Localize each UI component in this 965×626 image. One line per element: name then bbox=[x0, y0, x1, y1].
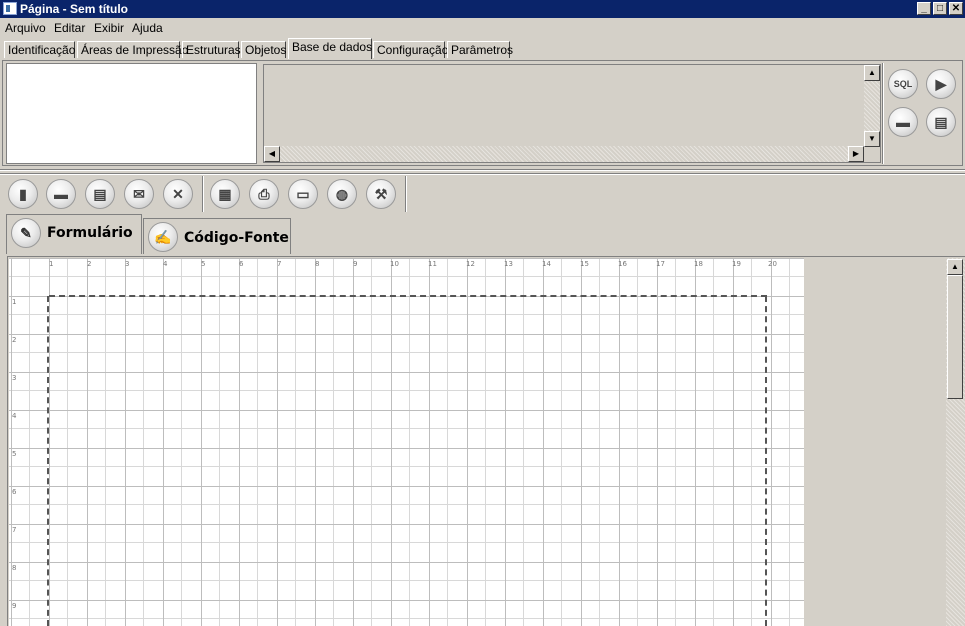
email-icon[interactable]: ✉ bbox=[124, 179, 154, 209]
editor-tabs: ✎ Formulário ✍ Código-Fonte bbox=[0, 214, 965, 254]
ruler-mark: 5 bbox=[201, 260, 206, 268]
main-tabs: Identificação Áreas de Impressão Estrutu… bbox=[0, 38, 965, 60]
ruler-mark: 16 bbox=[618, 260, 627, 268]
tab-identificacao[interactable]: Identificação bbox=[4, 41, 75, 58]
ruler-mark: 1 bbox=[12, 298, 17, 306]
ruler-mark: 10 bbox=[390, 260, 399, 268]
sql-panel-divider bbox=[882, 63, 884, 164]
page-margin-left bbox=[47, 296, 49, 626]
maximize-button[interactable]: □ bbox=[933, 2, 947, 15]
ruler-mark: 11 bbox=[428, 260, 437, 268]
ruler-mark: 12 bbox=[466, 260, 475, 268]
menu-arquivo[interactable]: Arquivo bbox=[5, 21, 46, 35]
ruler-mark: 9 bbox=[353, 260, 358, 268]
ruler-mark: 20 bbox=[768, 260, 777, 268]
tab-estruturas[interactable]: Estruturas bbox=[182, 41, 241, 58]
ruler-mark: 8 bbox=[315, 260, 320, 268]
ruler-mark: 4 bbox=[12, 412, 17, 420]
sql-editor[interactable]: ▲ ▼ ◀ ▶ bbox=[263, 64, 881, 163]
new-page-icon[interactable]: ▮ bbox=[8, 179, 38, 209]
scroll-up-arrow-icon[interactable]: ▲ bbox=[947, 259, 963, 275]
page-margin-right bbox=[765, 296, 767, 626]
form-edit-icon: ✎ bbox=[11, 218, 41, 248]
scrollbar-thumb[interactable] bbox=[947, 275, 963, 399]
menu-editar[interactable]: Editar bbox=[54, 21, 85, 35]
menu-exibir[interactable]: Exibir bbox=[94, 21, 124, 35]
connection-list[interactable] bbox=[6, 63, 257, 164]
title-bar: Página - Sem título _ □ ✕ bbox=[0, 0, 965, 18]
top-ruler: 1 2 3 4 5 6 7 8 9 10 11 12 13 14 15 16 1… bbox=[9, 258, 804, 270]
sql-vertical-scrollbar[interactable]: ▲ ▼ bbox=[864, 65, 880, 147]
toolbar-divider bbox=[405, 176, 407, 212]
scroll-up-arrow-icon[interactable]: ▲ bbox=[864, 65, 880, 81]
ruler-mark: 9 bbox=[12, 602, 17, 610]
sql-button[interactable]: SQL bbox=[888, 69, 918, 99]
open-folder-icon[interactable]: ▬ bbox=[46, 179, 76, 209]
save-query-icon[interactable]: ▤ bbox=[926, 107, 956, 137]
ruler-mark: 5 bbox=[12, 450, 17, 458]
tab-formulario-label: Formulário bbox=[47, 225, 133, 241]
ruler-mark: 6 bbox=[239, 260, 244, 268]
menu-bar: Arquivo Editar Exibir Ajuda bbox=[0, 18, 965, 38]
sql-horizontal-scrollbar[interactable]: ◀ ▶ bbox=[264, 146, 864, 162]
ruler-mark: 1 bbox=[49, 260, 54, 268]
ruler-mark: 2 bbox=[87, 260, 92, 268]
ruler-mark: 15 bbox=[580, 260, 589, 268]
scroll-down-arrow-icon[interactable]: ▼ bbox=[864, 131, 880, 147]
tab-configuracao[interactable]: Configuração bbox=[373, 41, 448, 58]
design-grid[interactable] bbox=[9, 258, 804, 626]
page-margin-top bbox=[49, 295, 767, 297]
tab-base-de-dados[interactable]: Base de dados bbox=[288, 38, 372, 59]
ruler-mark: 6 bbox=[12, 488, 17, 496]
print-preview-icon[interactable]: ▦ bbox=[210, 179, 240, 209]
tab-codigo-fonte-label: Código-Fonte bbox=[184, 230, 289, 246]
ruler-mark: 17 bbox=[656, 260, 665, 268]
run-query-icon[interactable]: ▶ bbox=[926, 69, 956, 99]
canvas-background bbox=[804, 258, 946, 626]
design-vertical-scrollbar[interactable]: ▲ bbox=[946, 258, 965, 626]
ruler-mark: 8 bbox=[12, 564, 17, 572]
menu-ajuda[interactable]: Ajuda bbox=[132, 21, 163, 35]
close-button[interactable]: ✕ bbox=[949, 2, 963, 15]
ruler-mark: 4 bbox=[163, 260, 168, 268]
ruler-mark: 19 bbox=[732, 260, 741, 268]
tab-areas-de-impressao[interactable]: Áreas de Impressão bbox=[77, 41, 188, 58]
open-folder-icon[interactable]: ▬ bbox=[888, 107, 918, 137]
minimize-button[interactable]: _ bbox=[917, 2, 931, 15]
ruler-mark: 2 bbox=[12, 336, 17, 344]
ruler-mark: 18 bbox=[694, 260, 703, 268]
print-icon[interactable]: ⎙ bbox=[249, 179, 279, 209]
tab-objetos[interactable]: Objetos bbox=[241, 41, 286, 58]
ruler-mark: 13 bbox=[504, 260, 513, 268]
window-title: Página - Sem título bbox=[20, 2, 129, 16]
tab-parametros[interactable]: Parâmetros bbox=[447, 41, 513, 58]
panel-separator bbox=[0, 169, 965, 171]
ruler-mark: 7 bbox=[277, 260, 282, 268]
app-icon bbox=[3, 2, 17, 15]
save-icon[interactable]: ▤ bbox=[85, 179, 115, 209]
monitor-icon[interactable]: ▭ bbox=[288, 179, 318, 209]
toolbar-divider bbox=[202, 176, 204, 212]
close-icon[interactable]: ✕ bbox=[163, 179, 193, 209]
ruler-mark: 3 bbox=[12, 374, 17, 382]
code-edit-icon: ✍ bbox=[148, 222, 178, 252]
scroll-right-arrow-icon[interactable]: ▶ bbox=[848, 146, 864, 162]
globe-icon[interactable]: ◍ bbox=[327, 179, 357, 209]
tab-codigo-fonte[interactable]: ✍ Código-Fonte bbox=[143, 218, 291, 254]
tab-formulario[interactable]: ✎ Formulário bbox=[6, 214, 142, 254]
panel-separator-2 bbox=[0, 173, 965, 175]
hammer-icon[interactable]: ⚒ bbox=[366, 179, 396, 209]
left-ruler: 1 2 3 4 5 6 7 8 9 bbox=[9, 258, 21, 626]
ruler-mark: 14 bbox=[542, 260, 551, 268]
ruler-mark: 7 bbox=[12, 526, 17, 534]
ruler-mark: 3 bbox=[125, 260, 130, 268]
scroll-left-arrow-icon[interactable]: ◀ bbox=[264, 146, 280, 162]
